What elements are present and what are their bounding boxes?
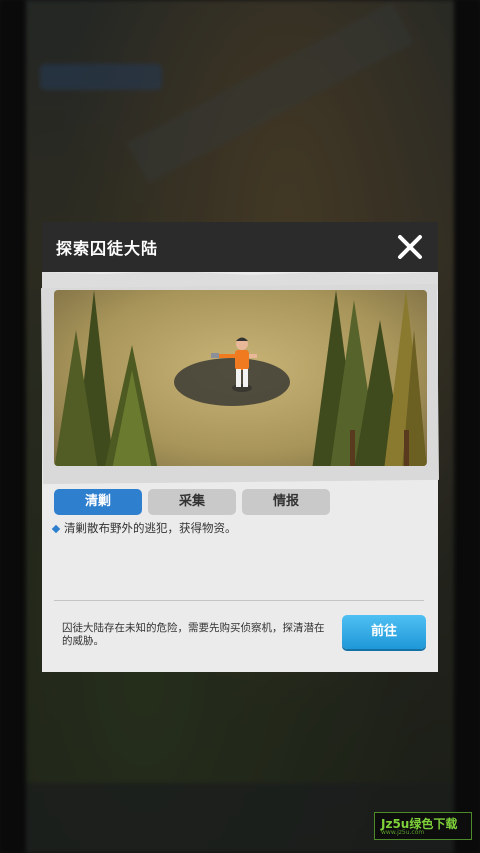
watermark-url: www.jz5u.com bbox=[381, 829, 425, 836]
divider bbox=[54, 600, 424, 601]
scene-illustration bbox=[54, 290, 427, 466]
tab-suppress[interactable]: 清剿 bbox=[54, 489, 142, 515]
tab-intel[interactable]: 情报 bbox=[242, 489, 330, 515]
close-icon[interactable] bbox=[394, 231, 426, 263]
tab-description: 清剿散布野外的逃犯，获得物资。 bbox=[64, 521, 237, 535]
explore-dialog: 探索囚徒大陆 清剿 采集 情报 清剿散布野外的逃犯，获得物资。 囚徒大陆存在未知… bbox=[40, 222, 440, 672]
tab-gather[interactable]: 采集 bbox=[148, 489, 236, 515]
prisoner-scene-image bbox=[54, 290, 427, 466]
dialog-header: 探索囚徒大陆 bbox=[42, 222, 438, 272]
footer-note: 囚徒大陆存在未知的危险，需要先购买侦察机，探清潜在的威胁。 bbox=[62, 622, 325, 647]
dialog-title: 探索囚徒大陆 bbox=[56, 239, 159, 258]
go-button[interactable]: 前往 bbox=[342, 615, 426, 649]
watermark-logo: Jz5u绿色下载 www.jz5u.com bbox=[374, 812, 472, 840]
